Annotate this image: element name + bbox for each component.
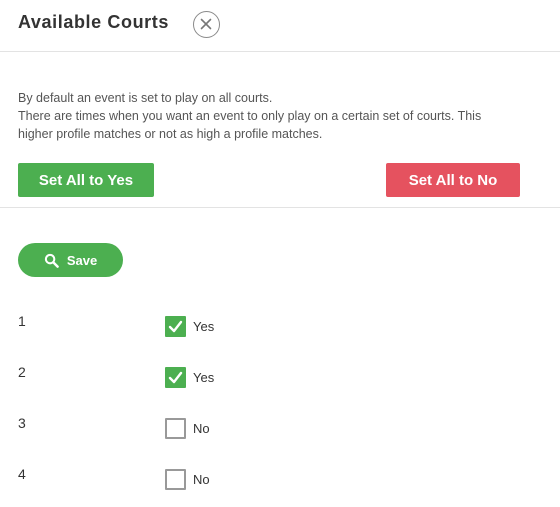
checkmark-icon bbox=[168, 371, 183, 384]
court-row: 4 No bbox=[0, 466, 560, 490]
court-status-label: Yes bbox=[193, 319, 215, 334]
court-checkbox[interactable] bbox=[165, 316, 186, 337]
set-all-yes-button[interactable]: Set All to Yes bbox=[18, 163, 154, 197]
page-title: Available Courts bbox=[18, 12, 169, 32]
court-status-label: Yes bbox=[193, 370, 215, 385]
set-all-no-button[interactable]: Set All to No bbox=[386, 163, 520, 197]
description-line: By default an event is set to play on al… bbox=[18, 91, 273, 105]
court-status-label: No bbox=[193, 472, 210, 487]
court-checkbox[interactable] bbox=[165, 418, 186, 439]
court-number: 3 bbox=[18, 415, 26, 431]
close-icon bbox=[200, 18, 212, 30]
court-row: 3 No bbox=[0, 415, 560, 439]
checkmark-icon bbox=[168, 320, 183, 333]
court-checkbox[interactable] bbox=[165, 469, 186, 490]
description-line: There are times when you want an event t… bbox=[18, 109, 482, 123]
court-number: 4 bbox=[18, 466, 26, 482]
court-checkbox[interactable] bbox=[165, 367, 186, 388]
section-divider bbox=[0, 207, 560, 208]
description-text: By default an event is set to play on al… bbox=[18, 89, 560, 143]
close-button[interactable] bbox=[193, 11, 220, 38]
court-row: 2 Yes bbox=[0, 364, 560, 388]
save-label: Save bbox=[66, 252, 98, 268]
court-row: 1 Yes bbox=[0, 313, 560, 337]
court-status-label: No bbox=[193, 421, 210, 436]
header-divider bbox=[0, 51, 560, 52]
court-number: 2 bbox=[18, 364, 26, 380]
save-button[interactable]: Save bbox=[18, 243, 123, 277]
court-number: 1 bbox=[18, 313, 26, 329]
search-icon bbox=[44, 253, 59, 268]
description-line: higher profile matches or not as high a … bbox=[18, 127, 323, 141]
